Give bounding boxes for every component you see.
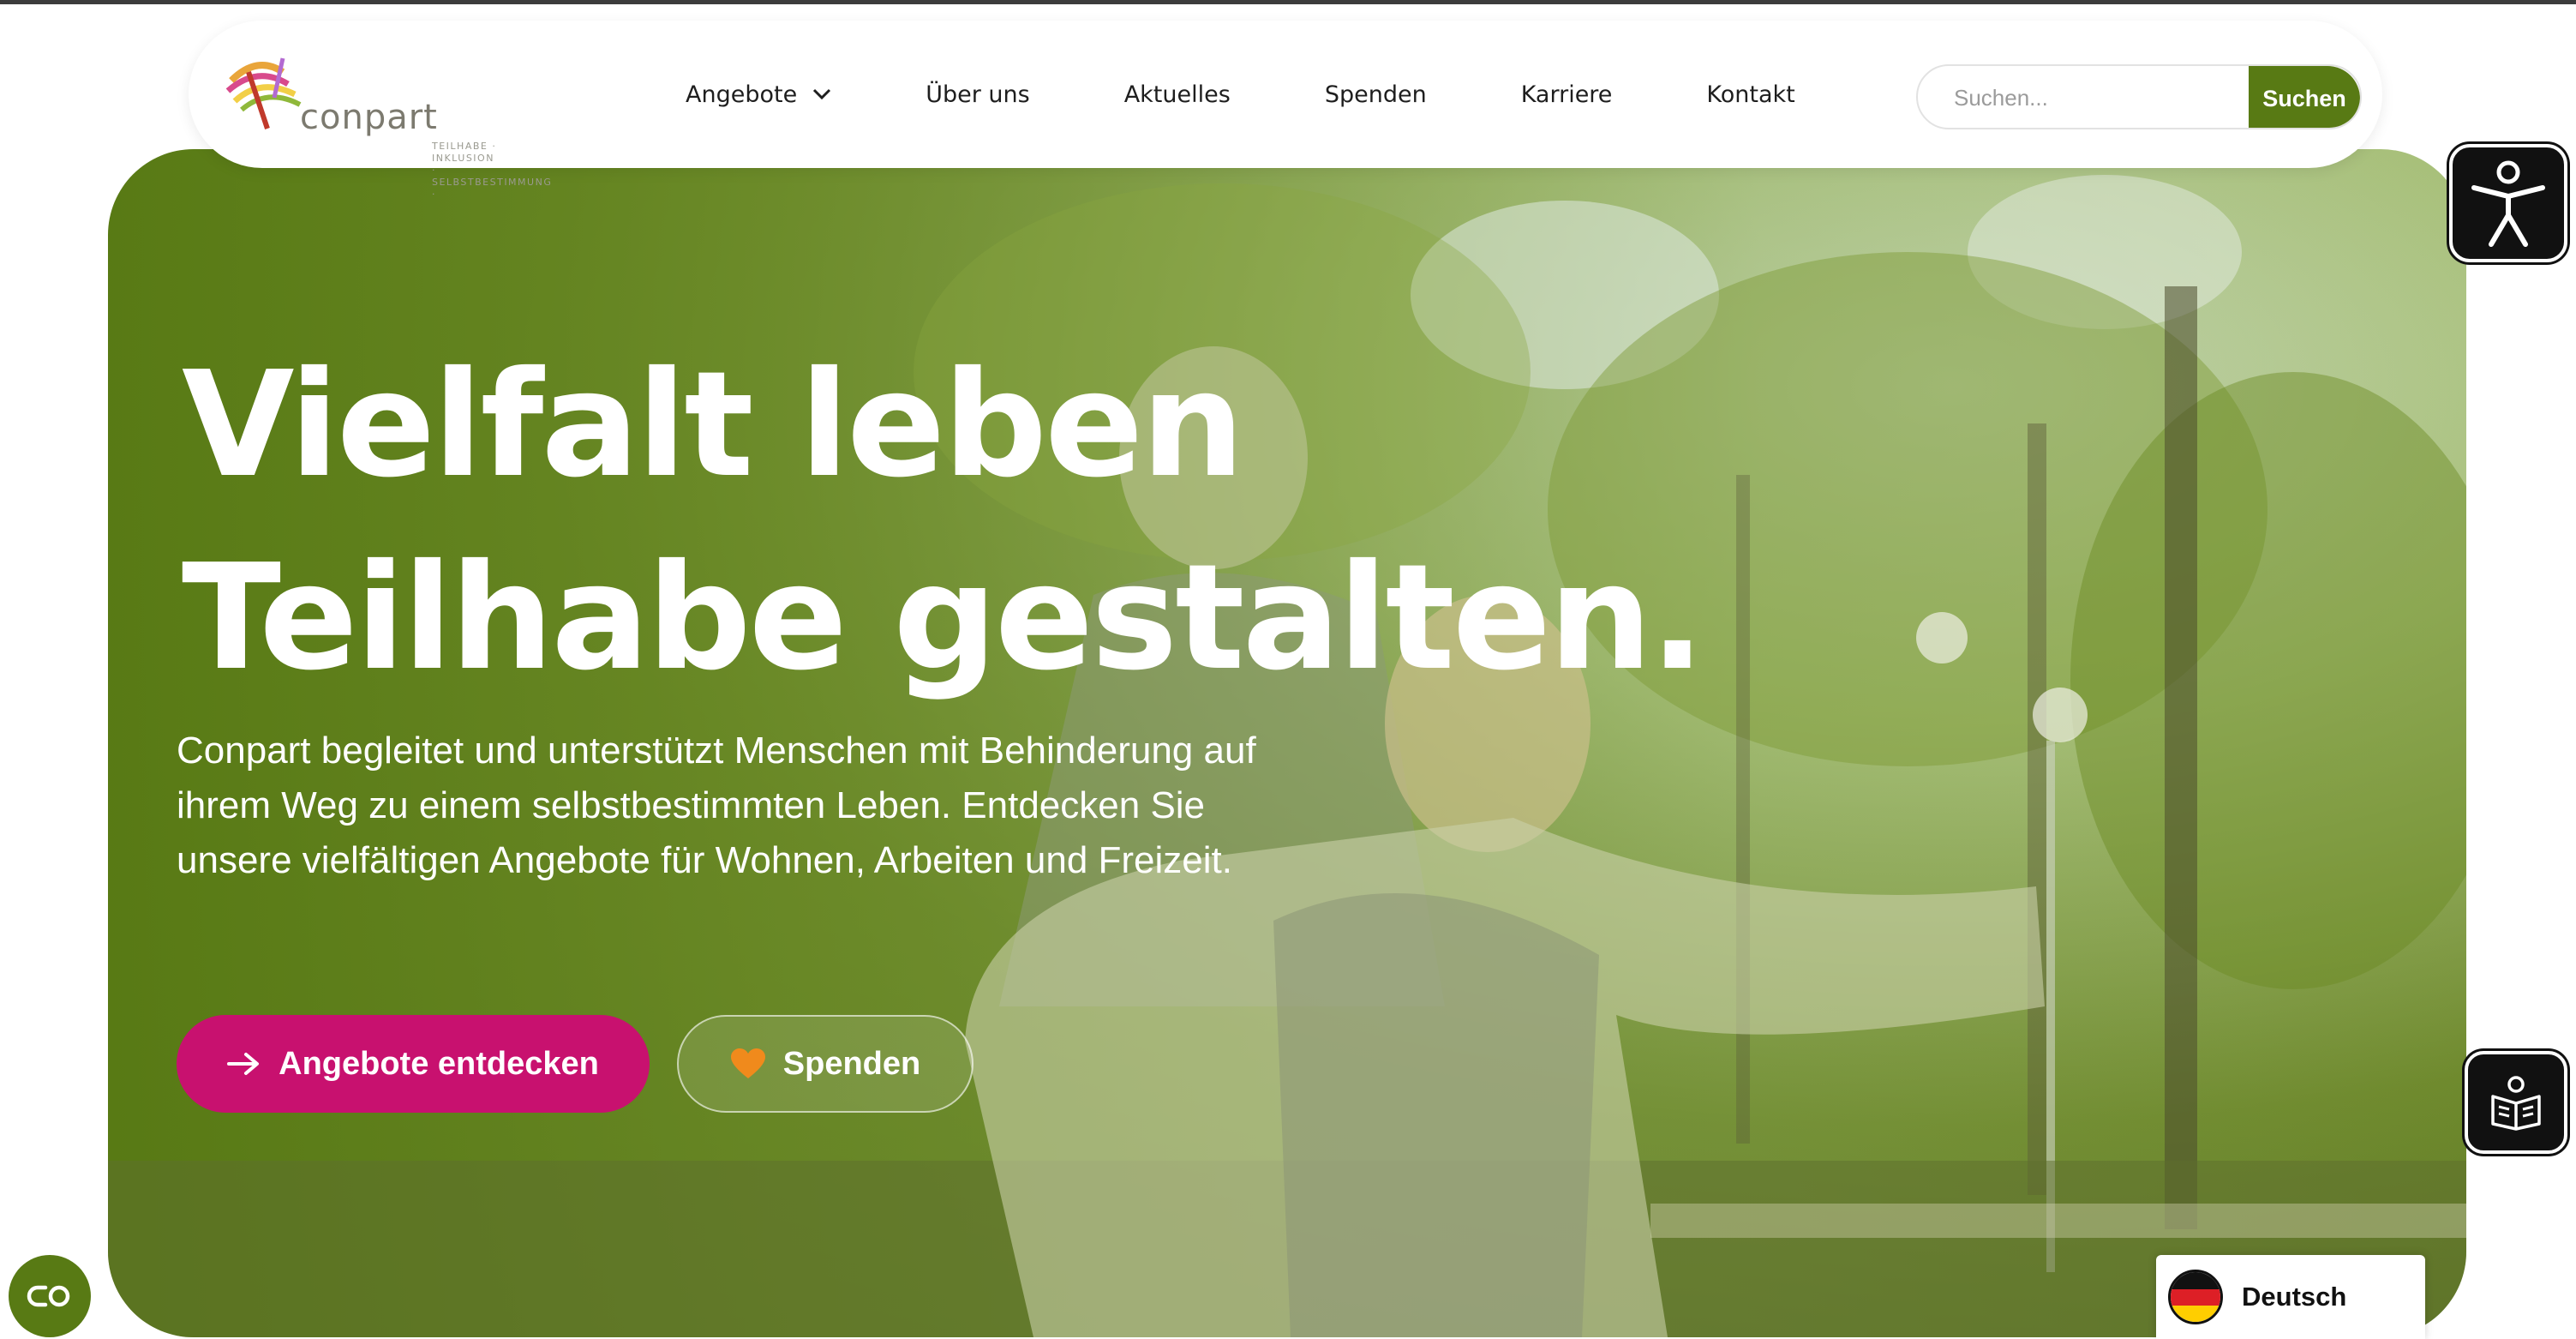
hero-section: Vielfalt leben Teilhabe gestalten. Conpa…	[108, 149, 2466, 1337]
chevron-down-icon	[813, 88, 831, 100]
search-form: Suchen	[1916, 64, 2362, 129]
logo-tagline-line-2: · SELBSTBESTIMMUNG ·	[432, 165, 553, 200]
heart-icon	[730, 1048, 765, 1078]
accessibility-person-icon	[2471, 160, 2545, 247]
angebote-entdecken-button[interactable]: Angebote entdecken	[177, 1015, 650, 1113]
nav-item-spenden[interactable]: Spenden	[1325, 81, 1427, 108]
nav-item-karriere[interactable]: Karriere	[1521, 81, 1613, 108]
nav-item-label: Über uns	[926, 81, 1030, 108]
nav-item-angebote[interactable]: Angebote	[686, 81, 831, 108]
reading-aid-button[interactable]	[2465, 1051, 2567, 1154]
arrow-right-icon	[227, 1053, 260, 1075]
nav-item-label: Karriere	[1520, 81, 1613, 108]
spenden-label: Spenden	[782, 1045, 921, 1082]
nav-item-label: Angebote	[686, 81, 798, 108]
nav-item-label: Kontakt	[1706, 81, 1795, 108]
site-header: conpart TEILHABE · INKLUSION · SELBSTBES…	[189, 21, 2382, 200]
logo-tagline: TEILHABE · INKLUSION · SELBSTBESTIMMUNG …	[432, 141, 552, 201]
hero-title-line-1: Vielfalt leben	[182, 340, 1244, 510]
logo-wordmark: conpart	[300, 98, 438, 137]
search-button[interactable]: Suchen	[2249, 66, 2360, 128]
language-switcher[interactable]: Deutsch	[2156, 1255, 2425, 1339]
accessibility-button[interactable]	[2449, 144, 2567, 262]
main-navigation: Angebote Über uns Aktuelles Spenden Karr…	[686, 21, 1890, 168]
hero-description: Conpart begleitet und unterstützt Mensch…	[177, 730, 1256, 881]
language-label: Deutsch	[2242, 1282, 2347, 1312]
german-flag-icon	[2168, 1270, 2223, 1324]
cookie-settings-button[interactable]	[9, 1255, 91, 1337]
book-reader-icon	[2491, 1076, 2541, 1131]
cookie-settings-icon	[27, 1285, 70, 1307]
browser-top-border	[0, 0, 2576, 4]
search-input[interactable]	[1952, 66, 2213, 128]
nav-item-label: Aktuelles	[1123, 81, 1231, 108]
nav-item-aktuelles[interactable]: Aktuelles	[1124, 81, 1231, 108]
nav-item-ueber-uns[interactable]: Über uns	[926, 81, 1030, 108]
angebote-entdecken-label: Angebote entdecken	[279, 1045, 599, 1082]
search-box: Suchen	[1916, 64, 2362, 129]
hero-title-line-2: Teilhabe gestalten.	[182, 533, 1705, 703]
spenden-button[interactable]: Spenden	[677, 1015, 973, 1113]
hero-title: Vielfalt leben Teilhabe gestalten.	[182, 329, 1705, 715]
conpart-logo[interactable]: conpart TEILHABE · INKLUSION · SELBSTBES…	[223, 46, 551, 200]
logo-tagline-line-1: TEILHABE · INKLUSION	[432, 141, 497, 164]
nav-item-label: Spenden	[1324, 81, 1427, 108]
nav-item-kontakt[interactable]: Kontakt	[1706, 81, 1794, 108]
